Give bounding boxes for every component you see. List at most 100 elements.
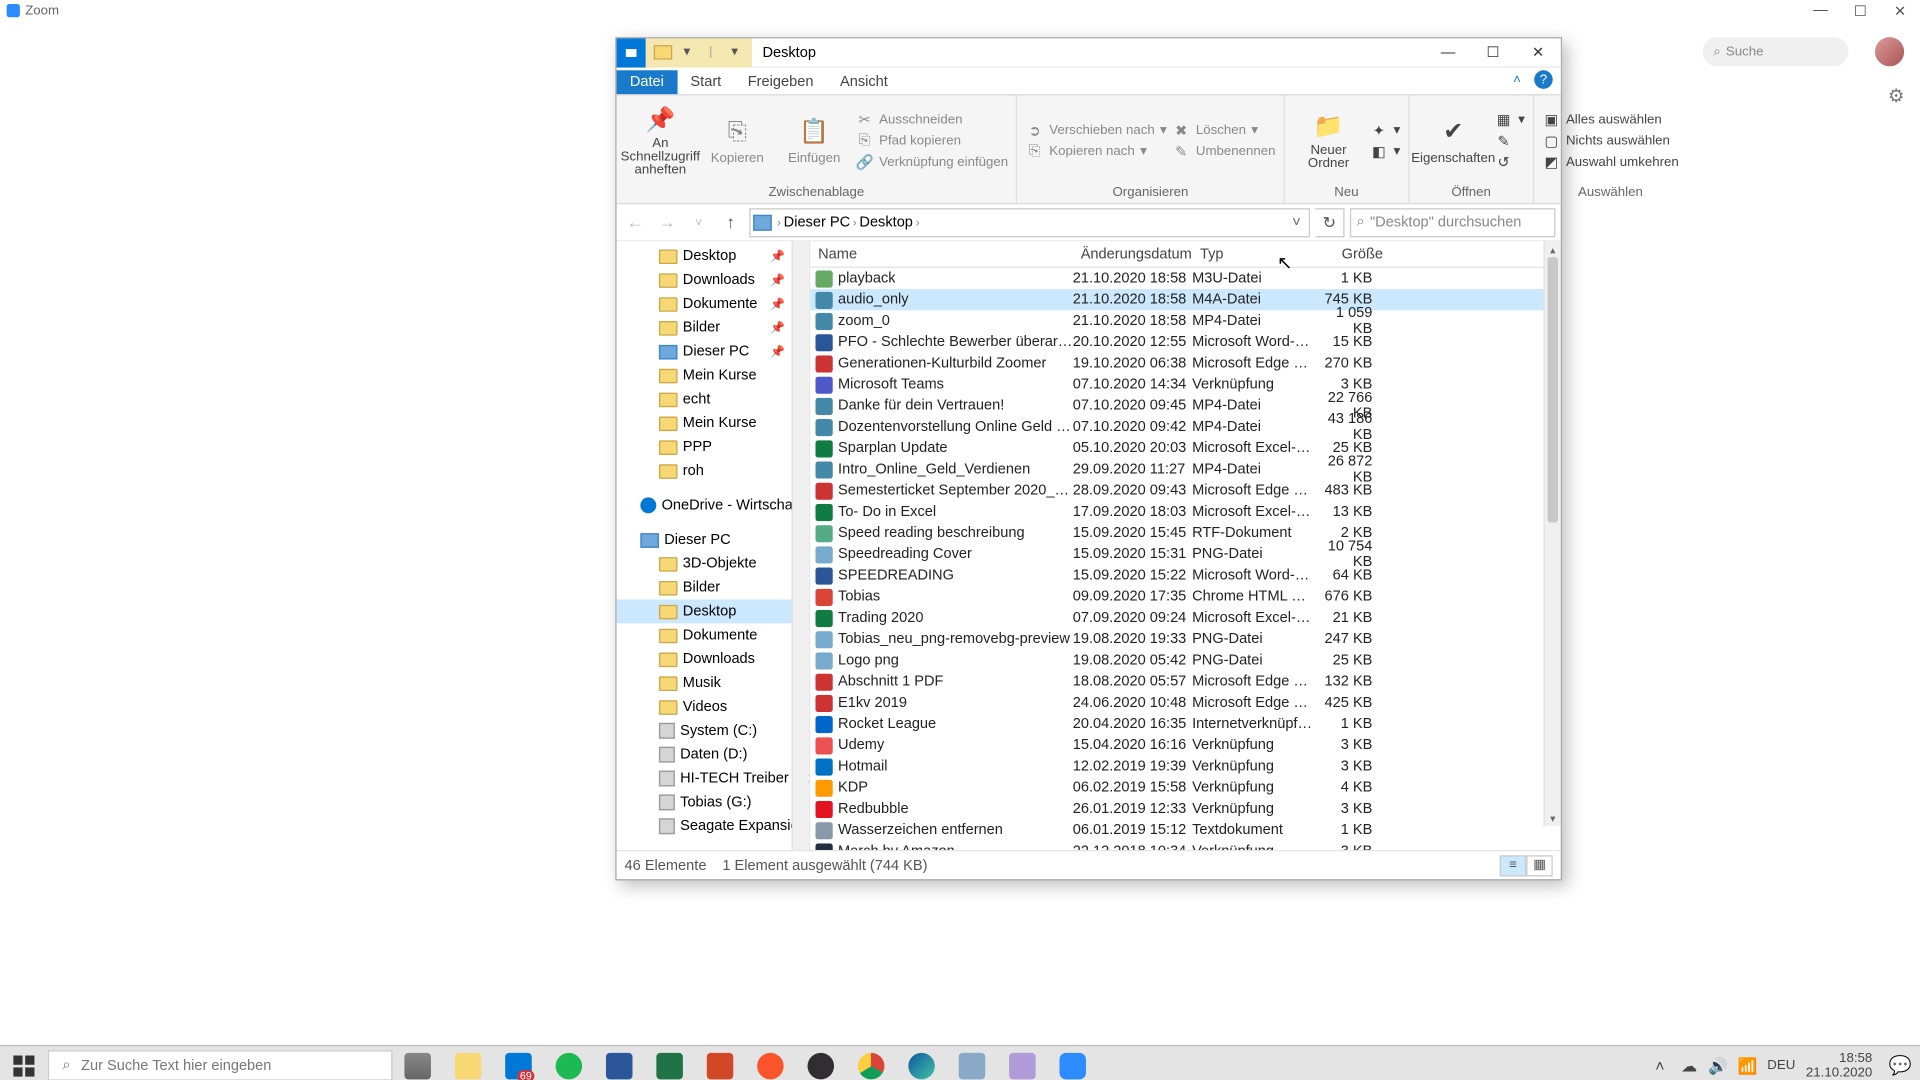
- cut-button[interactable]: ✂Ausschneiden: [855, 110, 1008, 129]
- task-explorer[interactable]: [443, 1046, 493, 1080]
- zoom-settings-icon[interactable]: ⚙: [1886, 85, 1907, 106]
- file-row[interactable]: Speed reading beschreibung15.09.2020 15:…: [810, 522, 1561, 543]
- tree-item[interactable]: Seagate Expansion Drive˅: [617, 849, 809, 850]
- file-row[interactable]: playback21.10.2020 18:58M3U-Datei1 KB: [810, 268, 1561, 289]
- task-zoom[interactable]: [1048, 1046, 1098, 1080]
- clock[interactable]: 18:58 21.10.2020: [1806, 1051, 1872, 1080]
- task-notepad[interactable]: [947, 1046, 997, 1080]
- address-dropdown-icon[interactable]: ˅: [1284, 214, 1308, 230]
- help-icon[interactable]: ?: [1534, 70, 1553, 89]
- ribbon-collapse-icon[interactable]: ˄: [1508, 70, 1527, 89]
- paste-button[interactable]: 📋Einfügen: [778, 116, 850, 165]
- zoom-maximize-button[interactable]: ☐: [1840, 0, 1880, 21]
- task-excel[interactable]: [644, 1046, 694, 1080]
- file-row[interactable]: Sparplan Update05.10.2020 20:03Microsoft…: [810, 438, 1561, 459]
- zoom-minimize-button[interactable]: —: [1801, 0, 1841, 21]
- notification-center-button[interactable]: 💬: [1880, 1046, 1920, 1080]
- file-row[interactable]: Rocket League20.04.2020 16:35Internetver…: [810, 713, 1561, 734]
- tree-item[interactable]: Tobias (G:): [617, 790, 809, 814]
- scroll-up-icon[interactable]: ▴: [1545, 241, 1561, 257]
- tree-item[interactable]: roh: [617, 459, 809, 483]
- tab-view[interactable]: Ansicht: [827, 70, 901, 94]
- select-all-button[interactable]: ▣Alles auswählen: [1542, 110, 1679, 129]
- nav-back-button[interactable]: ←: [622, 209, 649, 236]
- file-row[interactable]: Merch by Amazon22.12.2018 10:34Verknüpfu…: [810, 841, 1561, 850]
- edit-button[interactable]: ✎: [1494, 131, 1525, 150]
- tree-item[interactable]: Dieser PC📌˅: [617, 339, 809, 363]
- delete-button[interactable]: ✖Löschen▾: [1172, 121, 1275, 140]
- zoom-search-input[interactable]: ⌕ Suche: [1703, 37, 1849, 66]
- file-row[interactable]: Redbubble26.01.2019 12:33Verknüpfung3 KB: [810, 798, 1561, 819]
- nav-recent-button[interactable]: ˅: [686, 209, 713, 236]
- minimize-button[interactable]: —: [1425, 38, 1470, 67]
- chevron-right-icon[interactable]: ›: [777, 215, 781, 228]
- explorer-titlebar[interactable]: ▾ | ▾ Desktop — ☐ ✕: [617, 38, 1561, 67]
- navigation-tree[interactable]: Desktop📌˅Downloads📌˅Dokumente📌˅Bilder📌˅D…: [617, 241, 811, 850]
- list-scrollbar[interactable]: ▴ ▾: [1543, 241, 1560, 826]
- tree-item[interactable]: Dieser PC: [617, 528, 809, 552]
- refresh-button[interactable]: ↻: [1315, 208, 1344, 237]
- easy-access-button[interactable]: ◧▾: [1370, 142, 1401, 161]
- file-row[interactable]: Abschnitt 1 PDF18.08.2020 05:57Microsoft…: [810, 671, 1561, 692]
- file-row[interactable]: Logo png19.08.2020 05:42PNG-Datei25 KB: [810, 650, 1561, 671]
- crumb-desktop[interactable]: Desktop: [859, 214, 913, 230]
- properties-button[interactable]: ✔Eigenschaften: [1417, 116, 1489, 165]
- pin-button[interactable]: 📌An Schnellzugriff anheften: [625, 103, 697, 177]
- tree-item[interactable]: Downloads📌˅: [617, 268, 809, 292]
- tree-item[interactable]: Seagate Expansion Driv: [617, 814, 809, 838]
- file-row[interactable]: E1kv 201924.06.2020 10:48Microsoft Edge …: [810, 692, 1561, 713]
- tree-item[interactable]: Daten (D:): [617, 743, 809, 767]
- copy-path-button[interactable]: ⎘Pfad kopieren: [855, 131, 1008, 150]
- copy-to-button[interactable]: ⎘Kopieren nach▾: [1025, 142, 1166, 161]
- task-sticky-notes[interactable]: [997, 1046, 1047, 1080]
- view-large-button[interactable]: ▦: [1526, 855, 1553, 876]
- tree-item[interactable]: Dokumente: [617, 623, 809, 647]
- file-row[interactable]: Dozentenvorstellung Online Geld verdien……: [810, 416, 1561, 437]
- tree-scrollbar[interactable]: [792, 241, 809, 850]
- file-row[interactable]: Hotmail12.02.2019 19:39Verknüpfung3 KB: [810, 756, 1561, 777]
- tree-item[interactable]: Downloads: [617, 647, 809, 671]
- file-row[interactable]: Trading 202007.09.2020 09:24Microsoft Ex…: [810, 607, 1561, 628]
- tab-start[interactable]: Start: [677, 70, 734, 94]
- wifi-icon[interactable]: 📶: [1738, 1056, 1757, 1075]
- file-row[interactable]: Tobias_neu_png-removebg-preview19.08.202…: [810, 629, 1561, 650]
- file-row[interactable]: Semesterticket September 2020_Jänner 2…2…: [810, 480, 1561, 501]
- tree-item[interactable]: Desktop📌˅: [617, 244, 809, 268]
- col-type[interactable]: Typ: [1192, 246, 1314, 262]
- maximize-button[interactable]: ☐: [1471, 38, 1516, 67]
- file-row[interactable]: Danke für dein Vertrauen!07.10.2020 09:4…: [810, 395, 1561, 416]
- rename-button[interactable]: ✎Umbenennen: [1172, 142, 1275, 161]
- task-obs[interactable]: [796, 1046, 846, 1080]
- zoom-close-button[interactable]: ✕: [1880, 0, 1920, 21]
- task-mail[interactable]: 69: [493, 1046, 543, 1080]
- task-word[interactable]: [594, 1046, 644, 1080]
- chevron-right-icon[interactable]: ›: [916, 215, 920, 228]
- move-to-button[interactable]: ➲Verschieben nach▾: [1025, 121, 1166, 140]
- tree-item[interactable]: PPP: [617, 435, 809, 459]
- file-row[interactable]: zoom_021.10.2020 18:58MP4-Datei1 059 KB: [810, 310, 1561, 331]
- tree-item[interactable]: echt: [617, 387, 809, 411]
- tree-item[interactable]: HI-TECH Treiber (E:): [617, 766, 809, 790]
- file-row[interactable]: Tobias09.09.2020 17:35Chrome HTML Do…676…: [810, 586, 1561, 607]
- tree-item[interactable]: Desktop: [617, 599, 809, 623]
- close-button[interactable]: ✕: [1516, 38, 1561, 67]
- tree-item[interactable]: 3D-Objekte: [617, 552, 809, 576]
- file-row[interactable]: Intro_Online_Geld_Verdienen29.09.2020 11…: [810, 459, 1561, 480]
- file-row[interactable]: audio_only21.10.2020 18:58M4A-Datei745 K…: [810, 289, 1561, 310]
- col-date[interactable]: Änderungsdatum: [1073, 246, 1192, 262]
- crumb-pc[interactable]: Dieser PC: [784, 214, 850, 230]
- history-button[interactable]: ↺: [1494, 152, 1525, 171]
- file-row[interactable]: To- Do in Excel17.09.2020 18:03Microsoft…: [810, 501, 1561, 522]
- invert-selection-button[interactable]: ◩Auswahl umkehren: [1542, 152, 1679, 171]
- file-row[interactable]: Speedreading Cover15.09.2020 15:31PNG-Da…: [810, 544, 1561, 565]
- zoom-titlebar[interactable]: Zoom: [0, 0, 1920, 21]
- tree-item[interactable]: Mein Kurse: [617, 363, 809, 387]
- open-button[interactable]: ▦▾: [1494, 110, 1525, 129]
- zoom-avatar[interactable]: [1875, 37, 1904, 66]
- tree-item[interactable]: Mein Kurse: [617, 411, 809, 435]
- start-button[interactable]: [0, 1046, 48, 1080]
- task-powerpoint[interactable]: [695, 1046, 745, 1080]
- scroll-thumb[interactable]: [1547, 257, 1558, 522]
- tree-item[interactable]: Musik: [617, 671, 809, 695]
- file-row[interactable]: PFO - Schlechte Bewerber überarbeitet20.…: [810, 332, 1561, 353]
